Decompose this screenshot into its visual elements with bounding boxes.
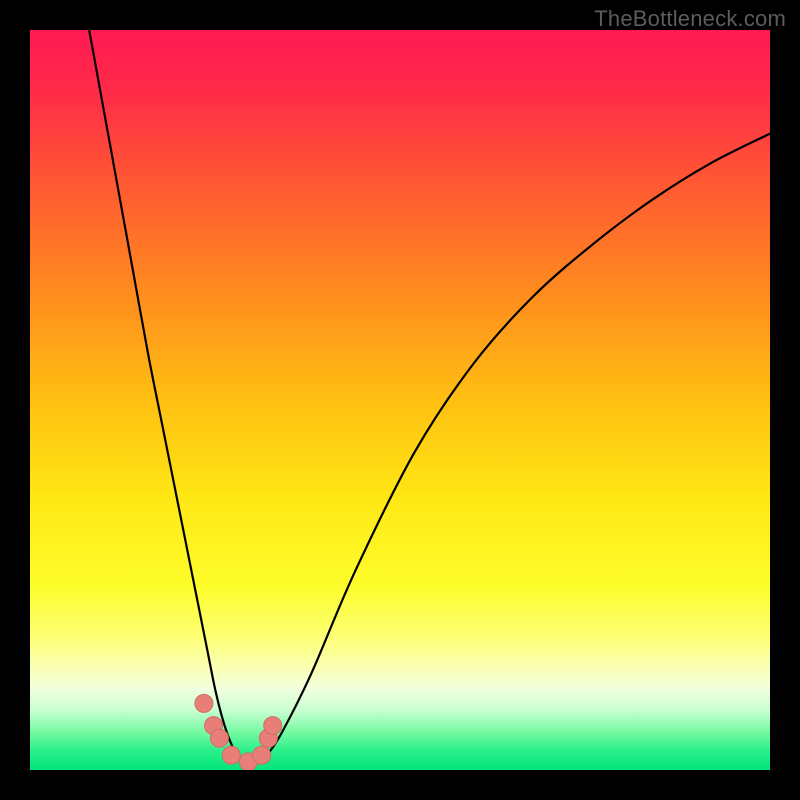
marker-group bbox=[195, 694, 282, 770]
bottleneck-curve bbox=[89, 30, 770, 762]
chart-area bbox=[30, 30, 770, 770]
marker-point bbox=[210, 729, 228, 747]
marker-point bbox=[195, 694, 213, 712]
plot-layer bbox=[30, 30, 770, 770]
watermark-text: TheBottleneck.com bbox=[594, 6, 786, 32]
marker-point bbox=[222, 746, 240, 764]
marker-point bbox=[264, 717, 282, 735]
marker-point bbox=[253, 746, 271, 764]
